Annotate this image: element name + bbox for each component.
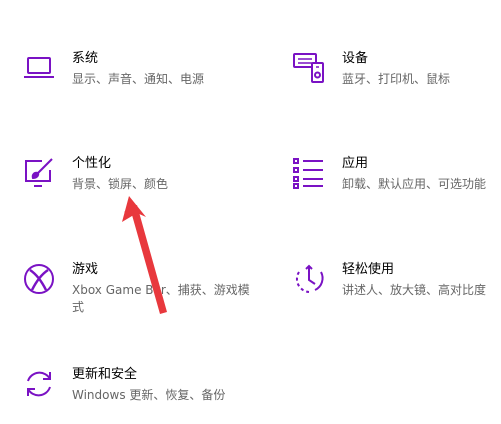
tile-gaming[interactable]: 游戏 Xbox Game Bar、捕获、游戏模式 bbox=[22, 262, 252, 322]
apps-icon bbox=[292, 156, 326, 190]
tile-personalization[interactable]: 个性化 背景、锁屏、颜色 bbox=[22, 156, 232, 206]
tile-update-security-title: 更新和安全 bbox=[72, 367, 138, 382]
tile-system-title: 系统 bbox=[72, 51, 99, 66]
tile-devices-title: 设备 bbox=[342, 51, 369, 66]
ease-of-access-icon bbox=[292, 262, 326, 296]
tile-devices-desc: 蓝牙、打印机、鼠标 bbox=[342, 72, 451, 86]
tile-personalization-title: 个性化 bbox=[72, 156, 112, 171]
tile-ease-of-access-desc: 讲述人、放大镜、高对比度 bbox=[342, 283, 487, 297]
tile-personalization-desc: 背景、锁屏、颜色 bbox=[72, 177, 169, 191]
tile-gaming-title: 游戏 bbox=[72, 262, 99, 277]
tile-apps-title: 应用 bbox=[342, 156, 369, 171]
tile-system-desc: 显示、声音、通知、电源 bbox=[72, 72, 205, 86]
tile-apps[interactable]: 应用 卸载、默认应用、可选功能 bbox=[292, 156, 497, 206]
personalization-icon bbox=[22, 156, 56, 190]
xbox-icon bbox=[22, 262, 56, 296]
tile-apps-desc: 卸载、默认应用、可选功能 bbox=[342, 177, 487, 191]
tile-update-security-desc: Windows 更新、恢复、备份 bbox=[72, 388, 226, 402]
update-security-icon bbox=[22, 367, 56, 401]
tile-gaming-desc: Xbox Game Bar、捕获、游戏模式 bbox=[72, 283, 250, 314]
tile-ease-of-access[interactable]: 轻松使用 讲述人、放大镜、高对比度 bbox=[292, 262, 497, 312]
tile-devices[interactable]: 设备 蓝牙、打印机、鼠标 bbox=[292, 51, 497, 101]
tile-update-security[interactable]: 更新和安全 Windows 更新、恢复、备份 bbox=[22, 367, 262, 417]
tile-ease-of-access-title: 轻松使用 bbox=[342, 262, 395, 277]
laptop-icon bbox=[22, 51, 56, 85]
tile-system[interactable]: 系统 显示、声音、通知、电源 bbox=[22, 51, 232, 101]
devices-icon bbox=[292, 51, 326, 85]
